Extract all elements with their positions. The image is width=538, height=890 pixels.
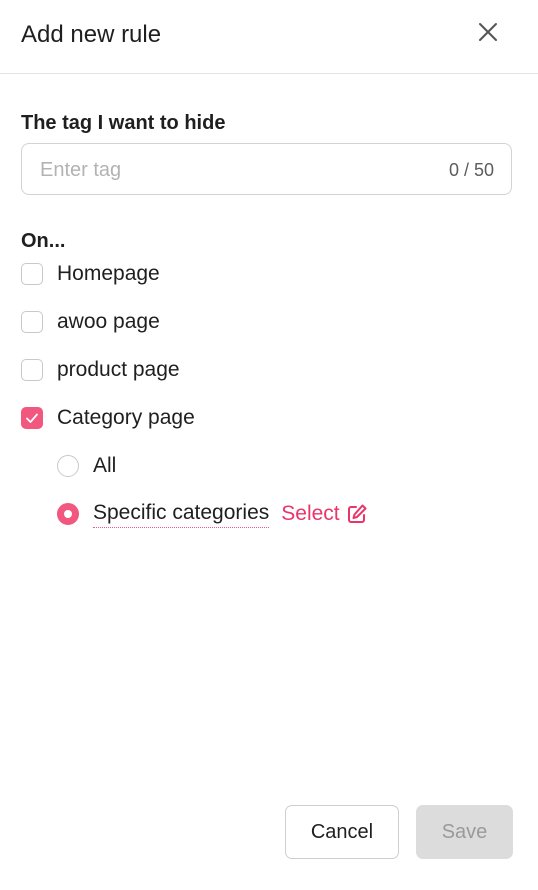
- tag-char-counter: 0 / 50: [448, 160, 494, 180]
- checkbox-box[interactable]: [21, 359, 43, 381]
- checkbox-category-page[interactable]: Category page: [21, 405, 195, 431]
- radio-circle[interactable]: [57, 455, 79, 477]
- dialog-header: Add new rule: [0, 0, 538, 74]
- save-button[interactable]: Save: [416, 805, 513, 859]
- close-icon: [479, 23, 497, 41]
- checkbox-label: Category page: [57, 406, 195, 429]
- radio-selected-dot: [64, 510, 72, 518]
- checkbox-label: product page: [57, 358, 180, 381]
- radio-label: All: [93, 454, 117, 477]
- select-categories-link[interactable]: Select: [281, 501, 367, 527]
- checkbox-box[interactable]: [21, 407, 43, 429]
- tag-field-label: The tag I want to hide: [21, 112, 226, 134]
- close-button[interactable]: [472, 16, 504, 48]
- radio-label: Specific categories: [93, 500, 270, 528]
- checkbox-label: awoo page: [57, 310, 160, 333]
- tag-input-container: 0 / 50: [21, 143, 512, 196]
- edit-icon: [346, 503, 368, 525]
- checkmark-icon: [26, 413, 38, 423]
- checkbox-awoo-page[interactable]: awoo page: [21, 309, 160, 335]
- radio-specific-categories[interactable]: Specific categories Select: [57, 500, 368, 528]
- checkbox-box[interactable]: [21, 263, 43, 285]
- radio-all-categories[interactable]: All: [57, 452, 116, 480]
- tag-input[interactable]: [38, 144, 442, 196]
- checkbox-product-page[interactable]: product page: [21, 357, 180, 383]
- checkbox-homepage[interactable]: Homepage: [21, 261, 160, 287]
- cancel-button[interactable]: Cancel: [285, 805, 399, 859]
- checkbox-label: Homepage: [57, 262, 160, 285]
- checkbox-box[interactable]: [21, 311, 43, 333]
- on-section-label: On...: [21, 230, 66, 252]
- dialog-title: Add new rule: [21, 21, 162, 48]
- select-link-label: Select: [281, 502, 340, 525]
- radio-circle[interactable]: [57, 503, 79, 525]
